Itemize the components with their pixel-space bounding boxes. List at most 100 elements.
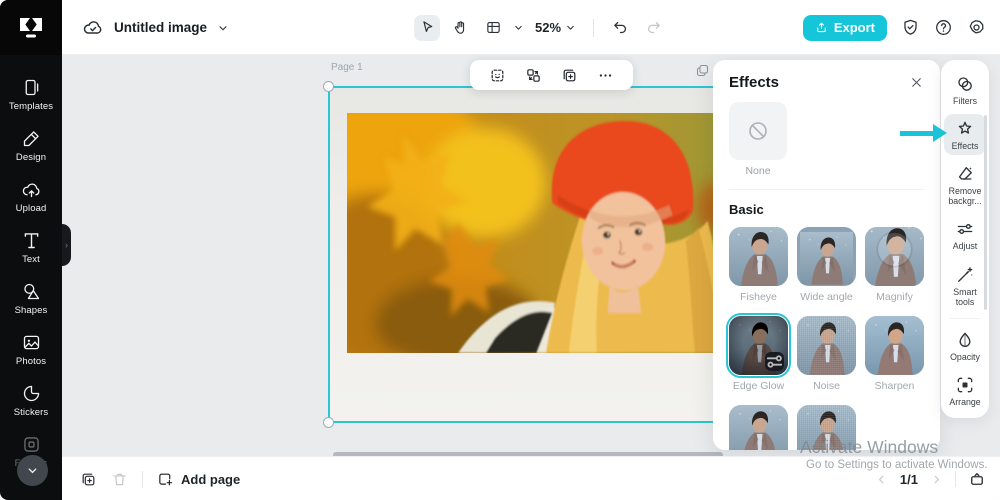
page-label: Page 1 <box>331 62 363 73</box>
more-dots-icon <box>597 67 614 84</box>
effect-none-tile[interactable] <box>729 102 787 160</box>
top-toolbar: Untitled image 52% <box>62 0 1000 55</box>
add-page-button[interactable]: Add page <box>157 471 240 488</box>
next-page-button[interactable] <box>930 473 943 486</box>
effect-tile-edge-glow[interactable]: Edge Glow <box>729 316 788 392</box>
cloud-sync-icon <box>82 17 104 39</box>
app-window: Untitled image 52% <box>0 0 1000 500</box>
title-chevron-down-icon[interactable] <box>217 22 229 34</box>
rail-item-adjust[interactable]: Adjust <box>944 214 986 255</box>
bottom-bar-divider-2 <box>955 471 956 487</box>
effects-star-icon <box>955 119 975 139</box>
rail-item-smart-tools[interactable]: Smart tools <box>944 260 986 311</box>
hand-icon <box>452 19 469 36</box>
replace-button[interactable] <box>525 67 542 84</box>
shapes-icon <box>21 281 42 302</box>
sidebar-item-shapes[interactable]: Shapes <box>0 273 62 324</box>
sidebar-scroll-down-button[interactable] <box>17 455 48 486</box>
effect-tile-fisheye[interactable]: Fisheye <box>729 227 788 303</box>
help-icon[interactable] <box>934 18 953 37</box>
document-title[interactable]: Untitled image <box>114 20 207 35</box>
selection-handle-bottom-left[interactable] <box>323 417 334 428</box>
canvas-size-chevron-icon[interactable] <box>513 22 524 33</box>
duplicate-page-button[interactable] <box>80 471 97 488</box>
settings-gear-icon[interactable] <box>967 18 986 37</box>
present-icon <box>968 470 986 488</box>
opacity-droplet-icon <box>955 330 975 350</box>
rail-item-opacity[interactable]: Opacity <box>944 325 986 366</box>
bottom-bar-divider <box>142 471 143 487</box>
effects-panel: Effects None Basic Fisheye Wide angle <box>713 60 940 450</box>
effects-section-title: Basic <box>729 202 924 217</box>
effect-none-label: None <box>729 165 787 177</box>
pan-tool-button[interactable] <box>447 15 473 41</box>
rail-item-filters[interactable]: Filters <box>944 69 986 110</box>
prev-page-button[interactable] <box>875 473 888 486</box>
upload-icon <box>21 179 42 200</box>
swap-icon <box>525 67 542 84</box>
undo-button[interactable] <box>607 15 633 41</box>
duplicate-icon <box>80 471 97 488</box>
prohibition-icon <box>746 119 770 143</box>
page-layers-button[interactable] <box>695 63 710 78</box>
toolbar-divider <box>593 19 594 37</box>
adjust-sliders-icon <box>955 219 975 239</box>
left-sidebar: Templates Design Upload Text Shapes Phot… <box>0 0 62 500</box>
canvas-size-button[interactable] <box>480 15 506 41</box>
effect-tile-noise[interactable]: Noise <box>797 316 856 392</box>
undo-icon <box>612 19 629 36</box>
smart-crop-button[interactable] <box>489 67 506 84</box>
effect-tile-wide-angle[interactable]: Wide angle <box>797 227 856 303</box>
present-button[interactable] <box>968 470 986 488</box>
sidebar-item-design[interactable]: Design <box>0 120 62 171</box>
photos-icon <box>21 332 42 353</box>
export-button[interactable]: Export <box>803 15 887 41</box>
right-tool-rail: Filters Effects Remove backgr... Adjust … <box>941 60 989 418</box>
sidebar-item-stickers[interactable]: Stickers <box>0 375 62 426</box>
sidebar-item-templates[interactable]: Templates <box>0 69 62 120</box>
app-logo[interactable] <box>0 0 62 55</box>
effect-tile-partial-2[interactable] <box>797 405 856 450</box>
selection-handle-top-left[interactable] <box>323 81 334 92</box>
privacy-shield-icon[interactable] <box>901 18 920 37</box>
stacked-images-icon <box>695 63 710 78</box>
adjust-effect-badge[interactable] <box>765 352 784 371</box>
sliders-icon <box>765 352 784 371</box>
sidebar-item-upload[interactable]: Upload <box>0 171 62 222</box>
effect-tile-magnify[interactable]: Magnify <box>865 227 924 303</box>
redo-icon <box>645 19 662 36</box>
trash-icon <box>111 471 128 488</box>
delete-page-button[interactable] <box>111 471 128 488</box>
add-page-icon <box>157 471 174 488</box>
cursor-icon <box>419 19 436 36</box>
stickers-icon <box>21 383 42 404</box>
face-select-icon <box>489 67 506 84</box>
filters-icon <box>955 74 975 94</box>
rail-scrollbar[interactable] <box>984 115 987 310</box>
rail-item-effects[interactable]: Effects <box>944 114 986 155</box>
rail-item-arrange[interactable]: Arrange <box>944 370 986 411</box>
text-icon <box>21 230 42 251</box>
remove-background-icon <box>955 164 975 184</box>
zoom-chevron-icon <box>565 22 576 33</box>
effect-tile-partial-1[interactable] <box>729 405 788 450</box>
magic-wand-icon <box>955 265 975 285</box>
effects-panel-title: Effects <box>729 74 779 91</box>
select-tool-button[interactable] <box>414 15 440 41</box>
zoom-control[interactable]: 52% <box>531 20 580 35</box>
sidebar-item-text[interactable]: Text <box>0 222 62 273</box>
effect-tile-sharpen[interactable]: Sharpen <box>865 316 924 392</box>
more-options-button[interactable] <box>597 67 614 84</box>
chevron-down-icon <box>26 464 39 477</box>
rail-item-remove-background[interactable]: Remove backgr... <box>944 159 986 210</box>
page-indicator: 1/1 <box>900 472 918 487</box>
duplicate-button[interactable] <box>561 67 578 84</box>
redo-button[interactable] <box>640 15 666 41</box>
templates-icon <box>21 77 42 98</box>
panel-collapse-handle[interactable]: › <box>62 224 71 266</box>
sidebar-item-photos[interactable]: Photos <box>0 324 62 375</box>
close-icon[interactable] <box>909 75 924 90</box>
panel-divider <box>729 189 924 190</box>
arrange-icon <box>955 375 975 395</box>
selection-toolbar <box>470 60 633 90</box>
